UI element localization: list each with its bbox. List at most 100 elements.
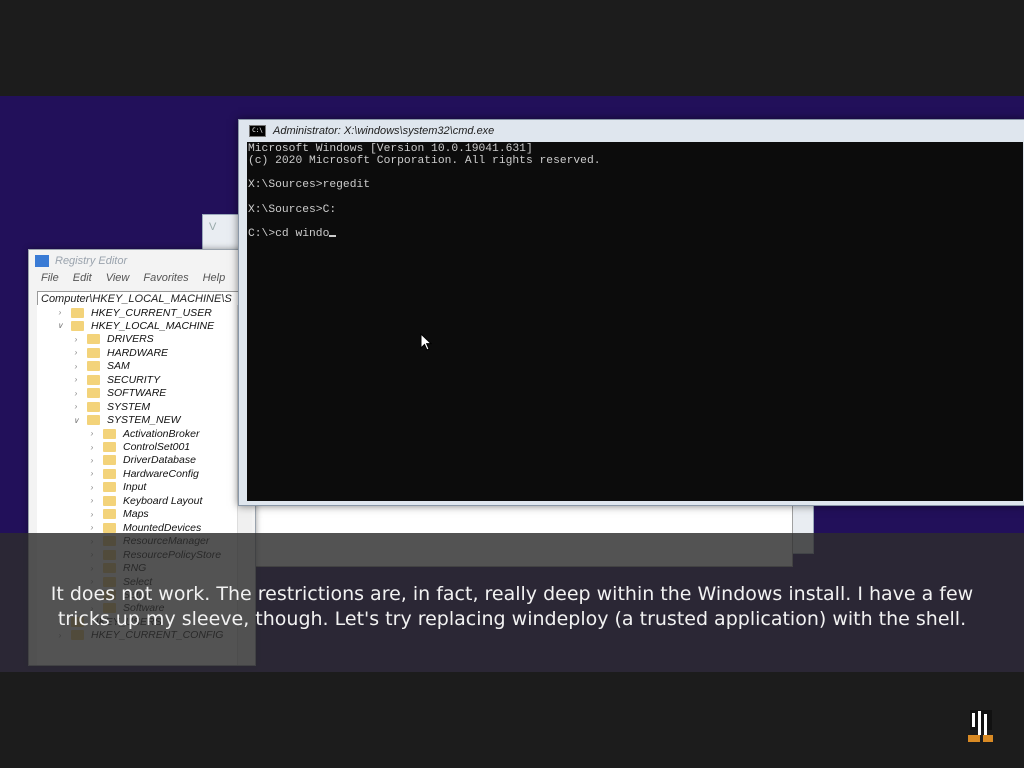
cmd-output-line: Microsoft Windows [Version 10.0.19041.63… [248, 143, 533, 155]
cmd-title: Administrator: X:\windows\system32\cmd.e… [273, 125, 495, 137]
registry-tree-label: Maps [123, 508, 149, 521]
folder-icon [103, 428, 116, 439]
registry-tree-label: MountedDevices [123, 521, 202, 534]
folder-icon [103, 509, 116, 520]
chevron-right-icon[interactable]: › [87, 469, 97, 478]
chevron-right-icon[interactable]: › [87, 483, 97, 492]
cmd-console[interactable]: Microsoft Windows [Version 10.0.19041.63… [247, 142, 1023, 501]
registry-tree-item[interactable]: › ControlSet001 [87, 441, 190, 454]
chevron-right-icon[interactable]: › [87, 496, 97, 505]
folder-icon [103, 522, 116, 533]
registry-tree-label: Keyboard Layout [123, 494, 203, 507]
cmd-line-text: C:\>cd windo [248, 227, 330, 240]
registry-tree-item[interactable]: › DriverDatabase [87, 454, 196, 467]
registry-tree-label: HardwareConfig [123, 467, 199, 480]
subtitle-line-2: tricks up my sleeve, though. Let's try r… [57, 608, 967, 630]
chevron-down-icon[interactable]: ∨ [71, 416, 81, 425]
registry-editor-icon [35, 255, 49, 267]
cmd-output-line: X:\Sources>C: [248, 204, 336, 216]
chevron-right-icon[interactable]: › [71, 348, 81, 357]
folder-icon [87, 415, 100, 426]
menu-file[interactable]: File [41, 272, 59, 288]
registry-tree-label: SECURITY [107, 373, 161, 386]
registry-tree-item[interactable]: › SOFTWARE [71, 387, 167, 400]
chevron-right-icon[interactable]: › [71, 402, 81, 411]
registry-tree-label: ActivationBroker [123, 427, 200, 440]
chevron-right-icon[interactable]: › [71, 375, 81, 384]
registry-tree-label: HKEY_LOCAL_MACHINE [91, 319, 215, 332]
registry-menu-bar: File Edit View Favorites Help [29, 272, 255, 288]
chevron-right-icon[interactable]: › [71, 335, 81, 344]
menu-help[interactable]: Help [203, 272, 226, 288]
folder-icon [87, 334, 100, 345]
chevron-right-icon[interactable]: › [87, 456, 97, 465]
registry-tree-label: SYSTEM [107, 400, 151, 413]
registry-tree-label: HKEY_CURRENT_USER [91, 306, 212, 319]
subtitle: It does not work. The restrictions are, … [30, 582, 994, 632]
folder-icon [71, 320, 84, 331]
folder-icon [87, 388, 100, 399]
text-cursor [329, 234, 337, 237]
menu-view[interactable]: View [106, 272, 130, 288]
cmd-window[interactable]: C:\ Administrator: X:\windows\system32\c… [238, 119, 1024, 506]
background-window-title: V [209, 221, 217, 233]
chevron-right-icon[interactable]: › [87, 443, 97, 452]
registry-tree-item[interactable]: › HKEY_CURRENT_USER [55, 306, 212, 319]
folder-icon [87, 401, 100, 412]
channel-logo-icon [968, 710, 993, 742]
registry-tree-item[interactable]: › HardwareConfig [87, 467, 199, 480]
folder-icon [103, 455, 116, 466]
subtitle-line-1: It does not work. The restrictions are, … [50, 583, 974, 605]
folder-icon [87, 361, 100, 372]
registry-tree-item[interactable]: › Input [87, 481, 147, 494]
mouse-pointer-icon [420, 333, 433, 351]
registry-tree-label: Input [123, 481, 147, 494]
menu-edit[interactable]: Edit [73, 272, 92, 288]
registry-editor-title: Registry Editor [55, 255, 128, 267]
registry-tree-item[interactable]: ∨ SYSTEM_NEW [71, 414, 181, 427]
registry-tree-item[interactable]: › SECURITY [71, 373, 160, 386]
folder-icon [87, 347, 100, 358]
letterbox-top [0, 0, 1024, 96]
chevron-right-icon[interactable]: › [55, 308, 65, 317]
registry-tree-item[interactable]: › SAM [71, 360, 130, 373]
cmd-line-text: X:\Sources>C: [248, 203, 337, 216]
cmd-output-line: C:\>cd windo [248, 227, 337, 240]
cmd-output-line: X:\Sources>regedit [248, 179, 370, 191]
cmd-output-line: (c) 2020 Microsoft Corporation. All righ… [248, 155, 601, 167]
registry-tree-item[interactable]: › HARDWARE [71, 346, 168, 359]
cmd-line-text: Microsoft Windows [Version 10.0.19041.63… [248, 143, 533, 155]
registry-tree-label: SOFTWARE [107, 387, 167, 400]
registry-tree-item[interactable]: › SYSTEM [71, 400, 151, 413]
folder-icon [103, 495, 116, 506]
chevron-right-icon[interactable]: › [71, 389, 81, 398]
cmd-line-text: (c) 2020 Microsoft Corporation. All righ… [248, 155, 601, 168]
chevron-right-icon[interactable]: › [87, 510, 97, 519]
registry-tree-item[interactable]: › Keyboard Layout [87, 494, 203, 507]
cmd-titlebar[interactable]: C:\ Administrator: X:\windows\system32\c… [239, 120, 1024, 142]
menu-favorites[interactable]: Favorites [143, 272, 188, 288]
registry-tree-label: SYSTEM_NEW [107, 414, 181, 427]
registry-tree-label: DriverDatabase [123, 454, 196, 467]
registry-tree-label: ControlSet001 [123, 441, 191, 453]
registry-tree-label: HARDWARE [107, 346, 169, 359]
registry-editor-titlebar[interactable]: Registry Editor [29, 250, 255, 272]
cmd-line-text: X:\Sources>regedit [248, 179, 371, 192]
chevron-right-icon[interactable]: › [71, 362, 81, 371]
folder-icon [103, 468, 116, 479]
folder-icon [71, 307, 84, 318]
chevron-right-icon[interactable]: › [87, 523, 97, 532]
folder-icon [87, 374, 100, 385]
registry-tree-item[interactable]: › DRIVERS [71, 333, 154, 346]
folder-icon [103, 482, 116, 493]
cmd-icon: C:\ [249, 125, 266, 137]
registry-tree-item[interactable]: › Maps [87, 508, 149, 521]
registry-tree-label: SAM [107, 360, 130, 373]
chevron-down-icon[interactable]: ∨ [55, 321, 65, 330]
registry-tree-item[interactable]: ∨ HKEY_LOCAL_MACHINE [55, 319, 214, 332]
letterbox-bottom [0, 672, 1024, 768]
folder-icon [103, 442, 116, 452]
registry-tree-item[interactable]: › ActivationBroker [87, 427, 200, 440]
registry-tree-label: DRIVERS [107, 333, 154, 346]
chevron-right-icon[interactable]: › [87, 429, 97, 438]
